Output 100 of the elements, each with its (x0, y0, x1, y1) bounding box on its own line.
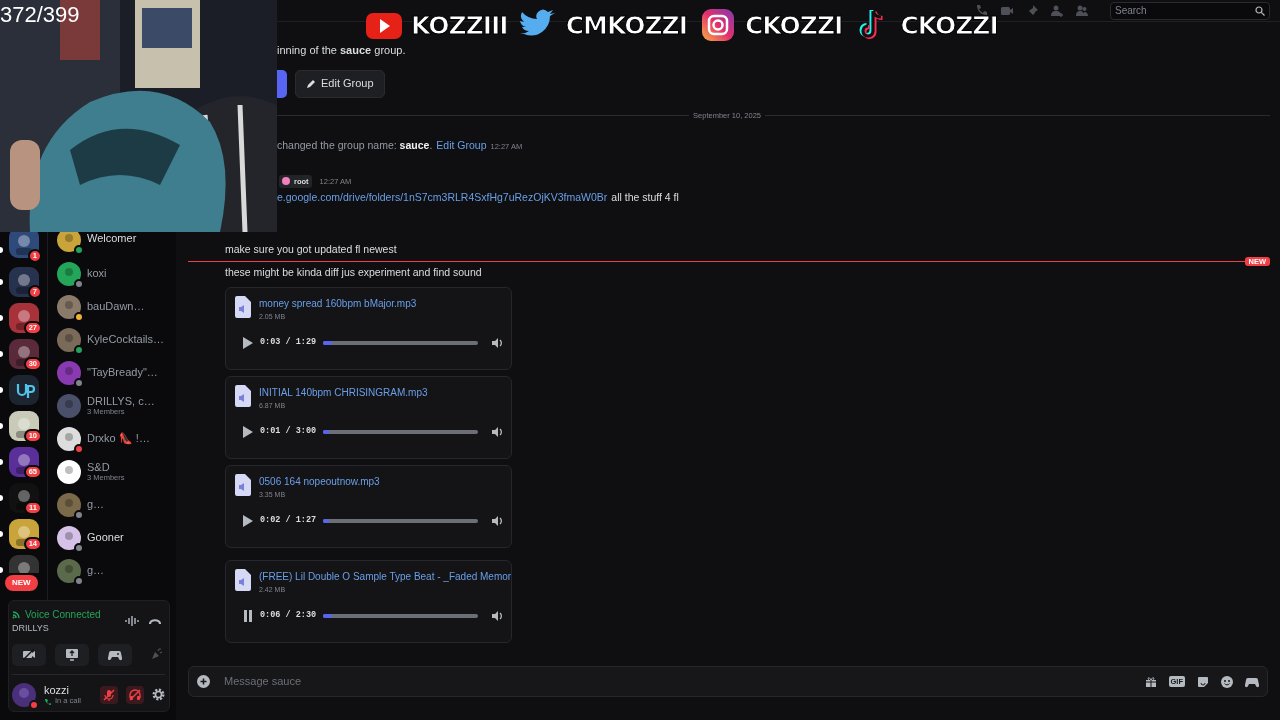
screen-share-icon (65, 648, 79, 661)
search-field[interactable]: Search (1110, 1, 1270, 20)
camera-off-icon (22, 648, 36, 661)
settings-icon[interactable] (152, 688, 165, 701)
contact-name: koxi (87, 266, 107, 281)
volume-icon[interactable] (491, 425, 503, 438)
contact-name: Drxko 👠 !… (87, 431, 150, 446)
gift-icon[interactable] (1144, 675, 1157, 688)
new-badge: NEW (5, 575, 38, 591)
sticker-icon[interactable] (1197, 675, 1209, 688)
headphones-icon (129, 688, 141, 701)
add-icon[interactable] (197, 675, 210, 688)
message-input[interactable]: Message sauce (222, 672, 1133, 691)
contact-name: g… (87, 563, 105, 578)
signal-icon (12, 610, 21, 619)
user-name: kozzi (44, 683, 71, 697)
avatar-icon (57, 327, 81, 352)
avatar-icon (57, 360, 81, 385)
progress-track[interactable] (323, 429, 478, 434)
social-handle: CKOZZI (744, 12, 843, 38)
direct-message-item[interactable]: bauDawn… (57, 290, 176, 323)
contact-name: g… (87, 497, 105, 512)
avatar-icon (12, 682, 36, 707)
camera-off-button[interactable] (12, 643, 46, 666)
avatar-icon (57, 261, 81, 286)
controller-button[interactable] (98, 643, 132, 666)
progress-track[interactable] (323, 340, 478, 345)
voice-channel-name: DRILLYS (12, 622, 50, 635)
headphones-button[interactable] (126, 685, 144, 704)
direct-message-item[interactable]: Drxko 👠 !… (57, 422, 176, 455)
audio-file-icon (235, 569, 251, 591)
server-icon[interactable] (8, 447, 39, 477)
server-icon[interactable] (8, 339, 39, 369)
volume-icon[interactable] (491, 609, 503, 622)
audio-file-name[interactable]: INITIAL 140bpm CHRISINGRAM.mp3 (259, 387, 428, 398)
contact-name: S&D (87, 460, 111, 474)
controller-icon[interactable] (1245, 675, 1259, 688)
audio-file-icon (235, 385, 251, 407)
social-handle: CMKOZZI (565, 12, 687, 38)
volume-icon[interactable] (491, 336, 503, 349)
direct-message-item[interactable]: g… (57, 554, 176, 587)
playback-time: 0:06 / 2:30 (260, 609, 317, 622)
waveform-icon[interactable] (125, 615, 139, 628)
audio-file-icon (235, 474, 251, 496)
pause-icon[interactable] (243, 609, 253, 622)
server-icon[interactable] (8, 483, 39, 513)
voice-status: Voice Connected (25, 608, 101, 622)
contact-name: "TayBready"… (87, 365, 158, 380)
avatar-icon (57, 232, 81, 252)
edit-group-button[interactable]: Edit Group (295, 69, 385, 98)
direct-message-item[interactable]: Gooner (57, 521, 176, 554)
microphone-button[interactable] (100, 685, 118, 704)
avatar-icon (57, 492, 81, 517)
direct-message-item[interactable]: koxi (57, 257, 176, 290)
progress-track[interactable] (323, 613, 478, 618)
audio-file-name[interactable]: money spread 160bpm bMajor.mp3 (259, 298, 417, 309)
audio-file-name[interactable]: 0506 164 nopeoutnow.mp3 (259, 476, 380, 487)
direct-message-item[interactable]: Welcomer (57, 232, 176, 257)
server-icon[interactable] (8, 303, 39, 333)
system-message: changed the group name: sauce. (277, 137, 433, 153)
avatar-icon (57, 426, 81, 451)
play-icon[interactable] (243, 514, 253, 527)
contact-name: KyleCocktails… (87, 332, 165, 347)
server-icon[interactable] (8, 375, 39, 405)
screen-share-button[interactable] (55, 643, 89, 666)
message-text: these might be kinda diff jus experiment and find sound (225, 265, 483, 281)
call-icon[interactable] (975, 3, 989, 18)
avatar-icon (57, 393, 81, 418)
server-icon[interactable] (8, 519, 39, 549)
audio-file-name[interactable]: (FREE) Lil Double O Sample Type Beat - _Faded Memor (259, 571, 512, 582)
server-icon[interactable] (8, 411, 39, 441)
avatar-icon (57, 459, 81, 484)
direct-message-item[interactable]: KyleCocktails… (57, 323, 176, 356)
emoji-icon[interactable] (1221, 675, 1233, 688)
play-icon[interactable] (243, 336, 253, 349)
edit-group-link[interactable]: Edit Group (436, 137, 487, 154)
social-handle: CKOZZI (900, 12, 998, 38)
audio-file-icon (235, 296, 251, 318)
social-handle: KOZZIII (411, 12, 508, 38)
search-icon[interactable] (1255, 5, 1265, 16)
contact-name: Gooner (87, 530, 124, 545)
contact-name: Welcomer (87, 232, 137, 246)
avatar-icon (57, 525, 81, 550)
play-icon[interactable] (243, 425, 253, 438)
direct-message-item[interactable]: "TayBready"… (57, 356, 176, 389)
hang-up-icon[interactable] (149, 617, 161, 626)
counter-text: 372/399 (0, 4, 80, 26)
drive-link[interactable]: e.google.com/drive/folders/1nS7cm3RLR4SxfHg7uRezOjKV3fmaW0Br (277, 189, 608, 206)
progress-track[interactable] (323, 518, 478, 523)
search-input[interactable]: Search (1115, 3, 1255, 18)
microphone-icon (103, 688, 115, 701)
controller-icon (108, 648, 122, 661)
playback-time: 0:02 / 1:27 (260, 514, 317, 527)
contact-name: bauDawn… (87, 299, 145, 314)
message-text: make sure you got updated fl newest (225, 241, 398, 257)
group-button[interactable] (277, 69, 287, 98)
volume-icon[interactable] (491, 514, 503, 527)
pencil-icon (306, 78, 316, 89)
direct-message-item[interactable]: g… (57, 488, 176, 521)
phone-icon (44, 697, 51, 705)
